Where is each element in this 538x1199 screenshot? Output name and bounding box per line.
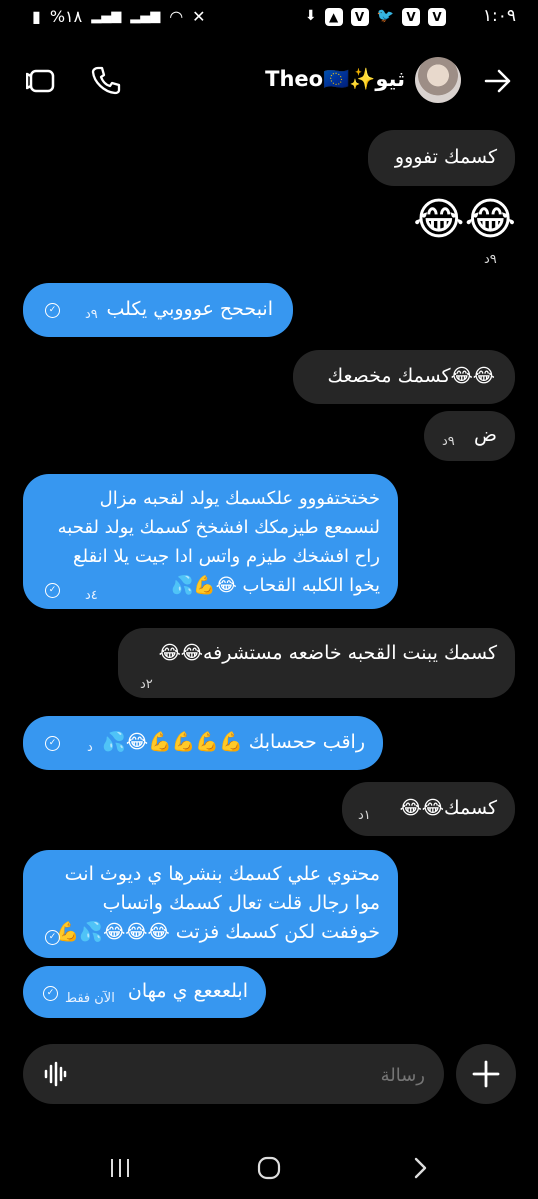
message-text: 😂😂كسمك مخصعك: [327, 365, 495, 387]
message-time: ٢د: [140, 677, 153, 692]
message-incoming[interactable]: كسمك يبنت القحبه خاضعه مستشرفه😂😂 ٢د: [118, 628, 515, 698]
signal-icon-2: ▂▄▆: [130, 9, 161, 24]
voice-message-icon[interactable]: [43, 1061, 67, 1087]
v-app-icon: V: [350, 8, 369, 26]
message-text: كسمك تفووو: [394, 146, 497, 168]
message-composer[interactable]: [23, 1044, 444, 1104]
back-icon[interactable]: [410, 1156, 430, 1180]
chat-header: Theo🇪🇺✨ثيو: [0, 48, 538, 112]
message-time: الآن فقط: [65, 991, 115, 1006]
message-outgoing[interactable]: انبححح عوووبي يكلب ٩د ✓: [23, 283, 293, 337]
message-outgoing[interactable]: خختختفووو علكسمك يولد لقحبه مزال لنسمعع …: [23, 474, 398, 609]
message-text: انبححح عوووبي يكلب: [106, 298, 273, 320]
recent-apps-icon[interactable]: [109, 1157, 131, 1179]
seen-check-icon: ✓: [45, 736, 60, 751]
message-incoming[interactable]: كسمك تفووو: [368, 130, 515, 186]
v-app-icon-3: V: [428, 8, 446, 26]
back-arrow-icon[interactable]: [484, 68, 512, 94]
message-time: ٤د: [85, 588, 98, 603]
message-incoming[interactable]: 😂😂كسمك مخصعك: [293, 350, 515, 404]
contact-name[interactable]: Theo🇪🇺✨ثيو: [265, 67, 405, 92]
download-icon: ⬇: [304, 8, 317, 24]
battery-icon: ▮: [32, 7, 41, 26]
message-outgoing[interactable]: محتوي علي كسمك بنشرها ي ديوث انت موا رجا…: [23, 850, 398, 958]
message-text: كسمك😂😂: [399, 797, 497, 819]
v-app-icon-2: V: [402, 8, 420, 26]
image-icon: ▲: [324, 8, 343, 26]
avatar[interactable]: [415, 57, 461, 103]
message-text: محتوي علي كسمك بنشرها ي ديوث انت موا رجا…: [55, 863, 380, 943]
message-incoming[interactable]: ض ٩د: [424, 411, 515, 461]
message-emoji[interactable]: 😂😂: [404, 192, 516, 248]
plus-icon: [472, 1060, 500, 1088]
mute-icon: ✕: [192, 7, 206, 26]
message-incoming[interactable]: كسمك😂😂 ١د: [342, 782, 515, 836]
system-nav-bar: [0, 1140, 538, 1199]
message-time: ٩د: [442, 434, 455, 449]
sent-check-icon: ✓: [43, 986, 58, 1001]
seen-check-icon: ✓: [45, 303, 60, 318]
message-text: كسمك يبنت القحبه خاضعه مستشرفه😂😂: [158, 642, 497, 664]
message-input[interactable]: [83, 1054, 427, 1096]
signal-icon: ▂▄▆: [91, 9, 122, 24]
clock: ١:٠٩: [482, 6, 516, 26]
wifi-icon: ◠: [169, 7, 184, 26]
sent-check-icon: ✓: [45, 930, 60, 945]
video-call-icon[interactable]: [26, 68, 56, 94]
message-outgoing[interactable]: راقب ححسابك 💪💪💪💪😂💦 د ✓: [23, 716, 383, 770]
seen-check-icon: ✓: [45, 583, 60, 598]
message-time: ٩د: [85, 307, 98, 322]
message-time: ١د: [358, 808, 371, 823]
status-bar: ▮ %١٨ ▂▄▆ ▂▄▆ ◠ ✕ ⬇ ▲ V 🐦 V V ١:٠٩: [0, 0, 538, 36]
message-text: 😂😂: [413, 194, 516, 245]
message-time: ٩د: [484, 252, 497, 267]
notification-icons: ⬇ ▲ V 🐦 V V: [305, 8, 446, 26]
status-left: ▮ %١٨ ▂▄▆ ▂▄▆ ◠ ✕: [32, 7, 206, 26]
home-icon[interactable]: [257, 1156, 281, 1180]
twitter-icon: 🐦: [376, 8, 394, 24]
message-time: د: [87, 740, 93, 755]
battery-percent: %١٨: [49, 7, 83, 26]
message-outgoing[interactable]: ابلعععع ي مهان الآن فقط ✓: [23, 966, 266, 1018]
add-attachment-button[interactable]: [456, 1044, 516, 1104]
phone-call-icon[interactable]: [91, 65, 121, 95]
